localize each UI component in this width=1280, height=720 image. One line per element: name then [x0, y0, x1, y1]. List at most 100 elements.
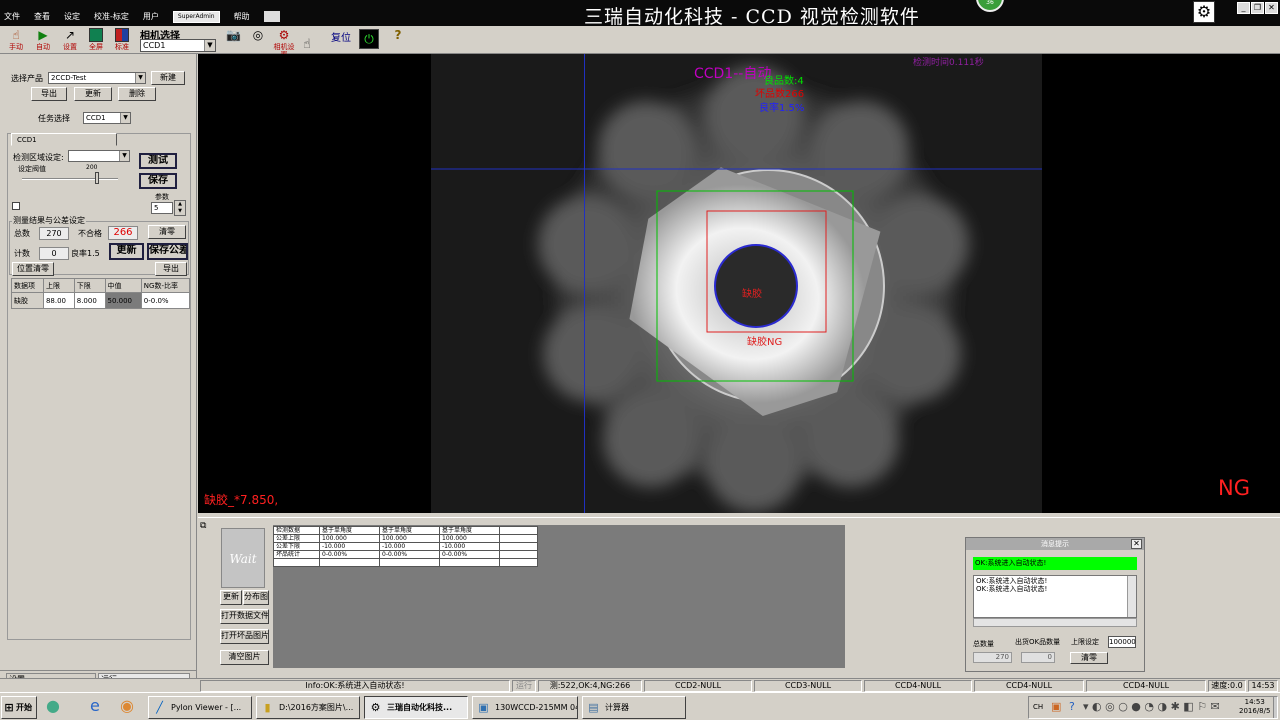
update-results-button[interactable]: 更新 — [109, 243, 144, 260]
menu-file[interactable]: 文件 — [4, 11, 20, 25]
param-input[interactable]: 5 — [151, 202, 173, 214]
clear-images-button[interactable]: 清空图片 — [220, 650, 269, 665]
fail-value: 266 — [108, 226, 138, 240]
app-title: 三瑞自动化科技 - CCD 视觉检测软件 — [584, 6, 920, 26]
auto-button[interactable]: ▶ 自动 — [31, 26, 55, 54]
gear-part-image — [431, 54, 1042, 513]
log-line: OK:系统进入自动状态! — [976, 585, 1048, 593]
status-ccd2: CCD2-NULL — [644, 680, 752, 692]
total-quantity-value: 270 — [973, 652, 1012, 663]
help-tray-icon[interactable]: ? — [1069, 700, 1075, 713]
clock[interactable]: 14:53 2016/8/5 — [1239, 698, 1270, 716]
position-clear-button[interactable]: 位置清零 — [12, 262, 54, 276]
task-select-value: CCD1 — [86, 114, 106, 122]
log-scrollbar[interactable] — [1127, 576, 1136, 617]
table-cell[interactable]: 0-0.0% — [140, 292, 191, 309]
browser-quicklaunch-icon[interactable]: ● — [46, 696, 60, 715]
clear-button[interactable]: 清零 — [148, 225, 186, 239]
lens-button[interactable]: ◎ — [246, 26, 270, 54]
restore-icon[interactable]: ❐ — [1251, 2, 1264, 14]
menu-view[interactable]: 查看 — [34, 11, 50, 25]
clear-count-button[interactable]: 清零 — [1070, 652, 1108, 664]
task-folder[interactable]: ▮ D:\2016方案图片\... — [256, 696, 360, 719]
manual-label: 手动 — [9, 43, 23, 51]
table-cell — [319, 558, 380, 567]
task-pylon-viewer[interactable]: ╱ Pylon Viewer - [... — [148, 696, 252, 719]
region-label: 检测区域设定: — [13, 153, 64, 162]
status-run: 运行 — [512, 680, 536, 692]
standard-button[interactable]: 标准 — [110, 26, 134, 54]
enable-checkbox[interactable] — [12, 202, 20, 210]
settings-button[interactable]: ↗ 设置 — [58, 26, 82, 54]
camera-viewer[interactable]: CCD1--自动 良品数:4 坏品数266 良率1.5% 检测时间0.111秒 … — [198, 54, 1280, 513]
spin-down-icon[interactable]: ▼ — [175, 208, 185, 215]
task-calculator[interactable]: ▤ 计算器 — [582, 696, 686, 719]
menu-settings[interactable]: 设定 — [64, 11, 80, 25]
test-button[interactable]: 测试 — [139, 153, 177, 169]
new-product-button[interactable]: 新建 — [151, 71, 185, 85]
param-spinner[interactable]: ▲ ▼ — [174, 200, 186, 216]
camera-icon-button[interactable]: 📷 — [221, 26, 245, 54]
table-cell[interactable]: 88.00 — [42, 292, 75, 309]
open-ng-images-button[interactable]: 打开坏品图片 — [220, 629, 269, 644]
close-icon[interactable]: ✕ — [1265, 2, 1278, 14]
threshold-slider-thumb[interactable] — [95, 172, 99, 184]
task-ccd-app[interactable]: ⚙ 三瑞自动化科技... — [364, 696, 468, 719]
table-cell[interactable]: 8.000 — [73, 292, 106, 309]
table-row[interactable]: 缺胶 88.00 8.000 50.000 0-0.0% — [11, 292, 191, 309]
tray-app-icon[interactable]: ▣ — [1051, 700, 1061, 713]
camera-settings-button[interactable]: ⚙相机设置 — [272, 26, 296, 59]
close-icon[interactable]: ✕ — [1131, 539, 1142, 549]
total-quantity-label: 总数量 — [973, 640, 994, 648]
help-button[interactable]: ? — [386, 26, 410, 54]
threshold-label: 设定阀值 — [18, 165, 46, 173]
status-bar: Info:OK:系统进入自动状态! 运行 测:522,OK:4,NG:266 C… — [0, 678, 1280, 692]
tab-ccd1[interactable]: CCD1 — [11, 133, 117, 146]
export-button[interactable]: 导出 — [31, 87, 67, 101]
start-button[interactable]: ⊞ 开始 — [1, 696, 37, 719]
count-label: 计数 — [14, 249, 30, 258]
camera-select[interactable]: CCD1 ▼ — [140, 39, 216, 52]
wait-indicator: Wait — [221, 528, 265, 588]
menu-user[interactable]: 用户 — [143, 11, 159, 25]
power-button[interactable]: ⏻ — [359, 29, 379, 49]
menu-help[interactable]: 帮助 — [234, 11, 250, 25]
log-line: OK:系统进入自动状态! — [976, 577, 1048, 585]
task-select[interactable]: CCD1 ▼ — [83, 112, 131, 124]
measure-readout: 缺胶_*7.850, — [204, 493, 279, 507]
update-button[interactable]: 更新 — [74, 87, 112, 101]
region-select[interactable]: ▼ — [68, 150, 130, 162]
threshold-slider-track[interactable] — [22, 178, 118, 180]
tray-icons[interactable]: ▾ ◐ ◎ ○ ● ◔ ◑ ✱ ◧ ⚐ ✉ — [1083, 700, 1220, 713]
open-data-file-button[interactable]: 打开数据文件 — [220, 609, 269, 624]
log-horizontal-scrollbar[interactable] — [973, 618, 1137, 627]
table-cell[interactable]: 50.000 — [104, 292, 142, 309]
table-cell: 0-0.00% — [379, 550, 440, 559]
language-indicator[interactable]: CH — [1033, 703, 1043, 711]
fullscreen-button[interactable]: 全屏 — [84, 26, 108, 54]
reset-button[interactable]: ☝ 复位 — [303, 26, 351, 54]
distribution-button[interactable]: 分布图 — [243, 590, 269, 605]
status-ccd4-c: CCD4-NULL — [1086, 680, 1206, 692]
standard-label: 标准 — [115, 43, 129, 51]
menu-calibrate[interactable]: 校准-标定 — [94, 11, 129, 25]
product-select[interactable]: 2CCD-Test ▼ — [48, 72, 146, 84]
save-tolerance-button[interactable]: 保存公差 — [147, 243, 188, 260]
task-image-viewer[interactable]: ▣ 130WCCD-215MM 04... — [472, 696, 578, 719]
gear-icon[interactable]: ⚙ — [1193, 1, 1215, 23]
refresh-button[interactable]: 更新 — [220, 590, 242, 605]
ie-quicklaunch-icon[interactable]: e — [90, 696, 100, 715]
limit-input[interactable]: 100000 — [1108, 636, 1136, 648]
spin-up-icon[interactable]: ▲ — [175, 201, 185, 208]
minimize-icon[interactable]: _ — [1237, 2, 1250, 14]
manual-button[interactable]: ☝ 手动 — [4, 26, 28, 54]
table-row — [273, 558, 538, 567]
chrome-quicklaunch-icon[interactable]: ◉ — [120, 696, 134, 715]
save-button[interactable]: 保存 — [139, 173, 177, 189]
delete-button[interactable]: 删除 — [118, 87, 156, 101]
table-cell — [499, 550, 538, 559]
export-results-button[interactable]: 导出 — [155, 262, 187, 276]
message-log[interactable]: OK:系统进入自动状态! OK:系统进入自动状态! — [973, 575, 1137, 618]
show-desktop-button[interactable] — [1273, 697, 1277, 718]
fail-label: 不合格 — [78, 229, 102, 238]
